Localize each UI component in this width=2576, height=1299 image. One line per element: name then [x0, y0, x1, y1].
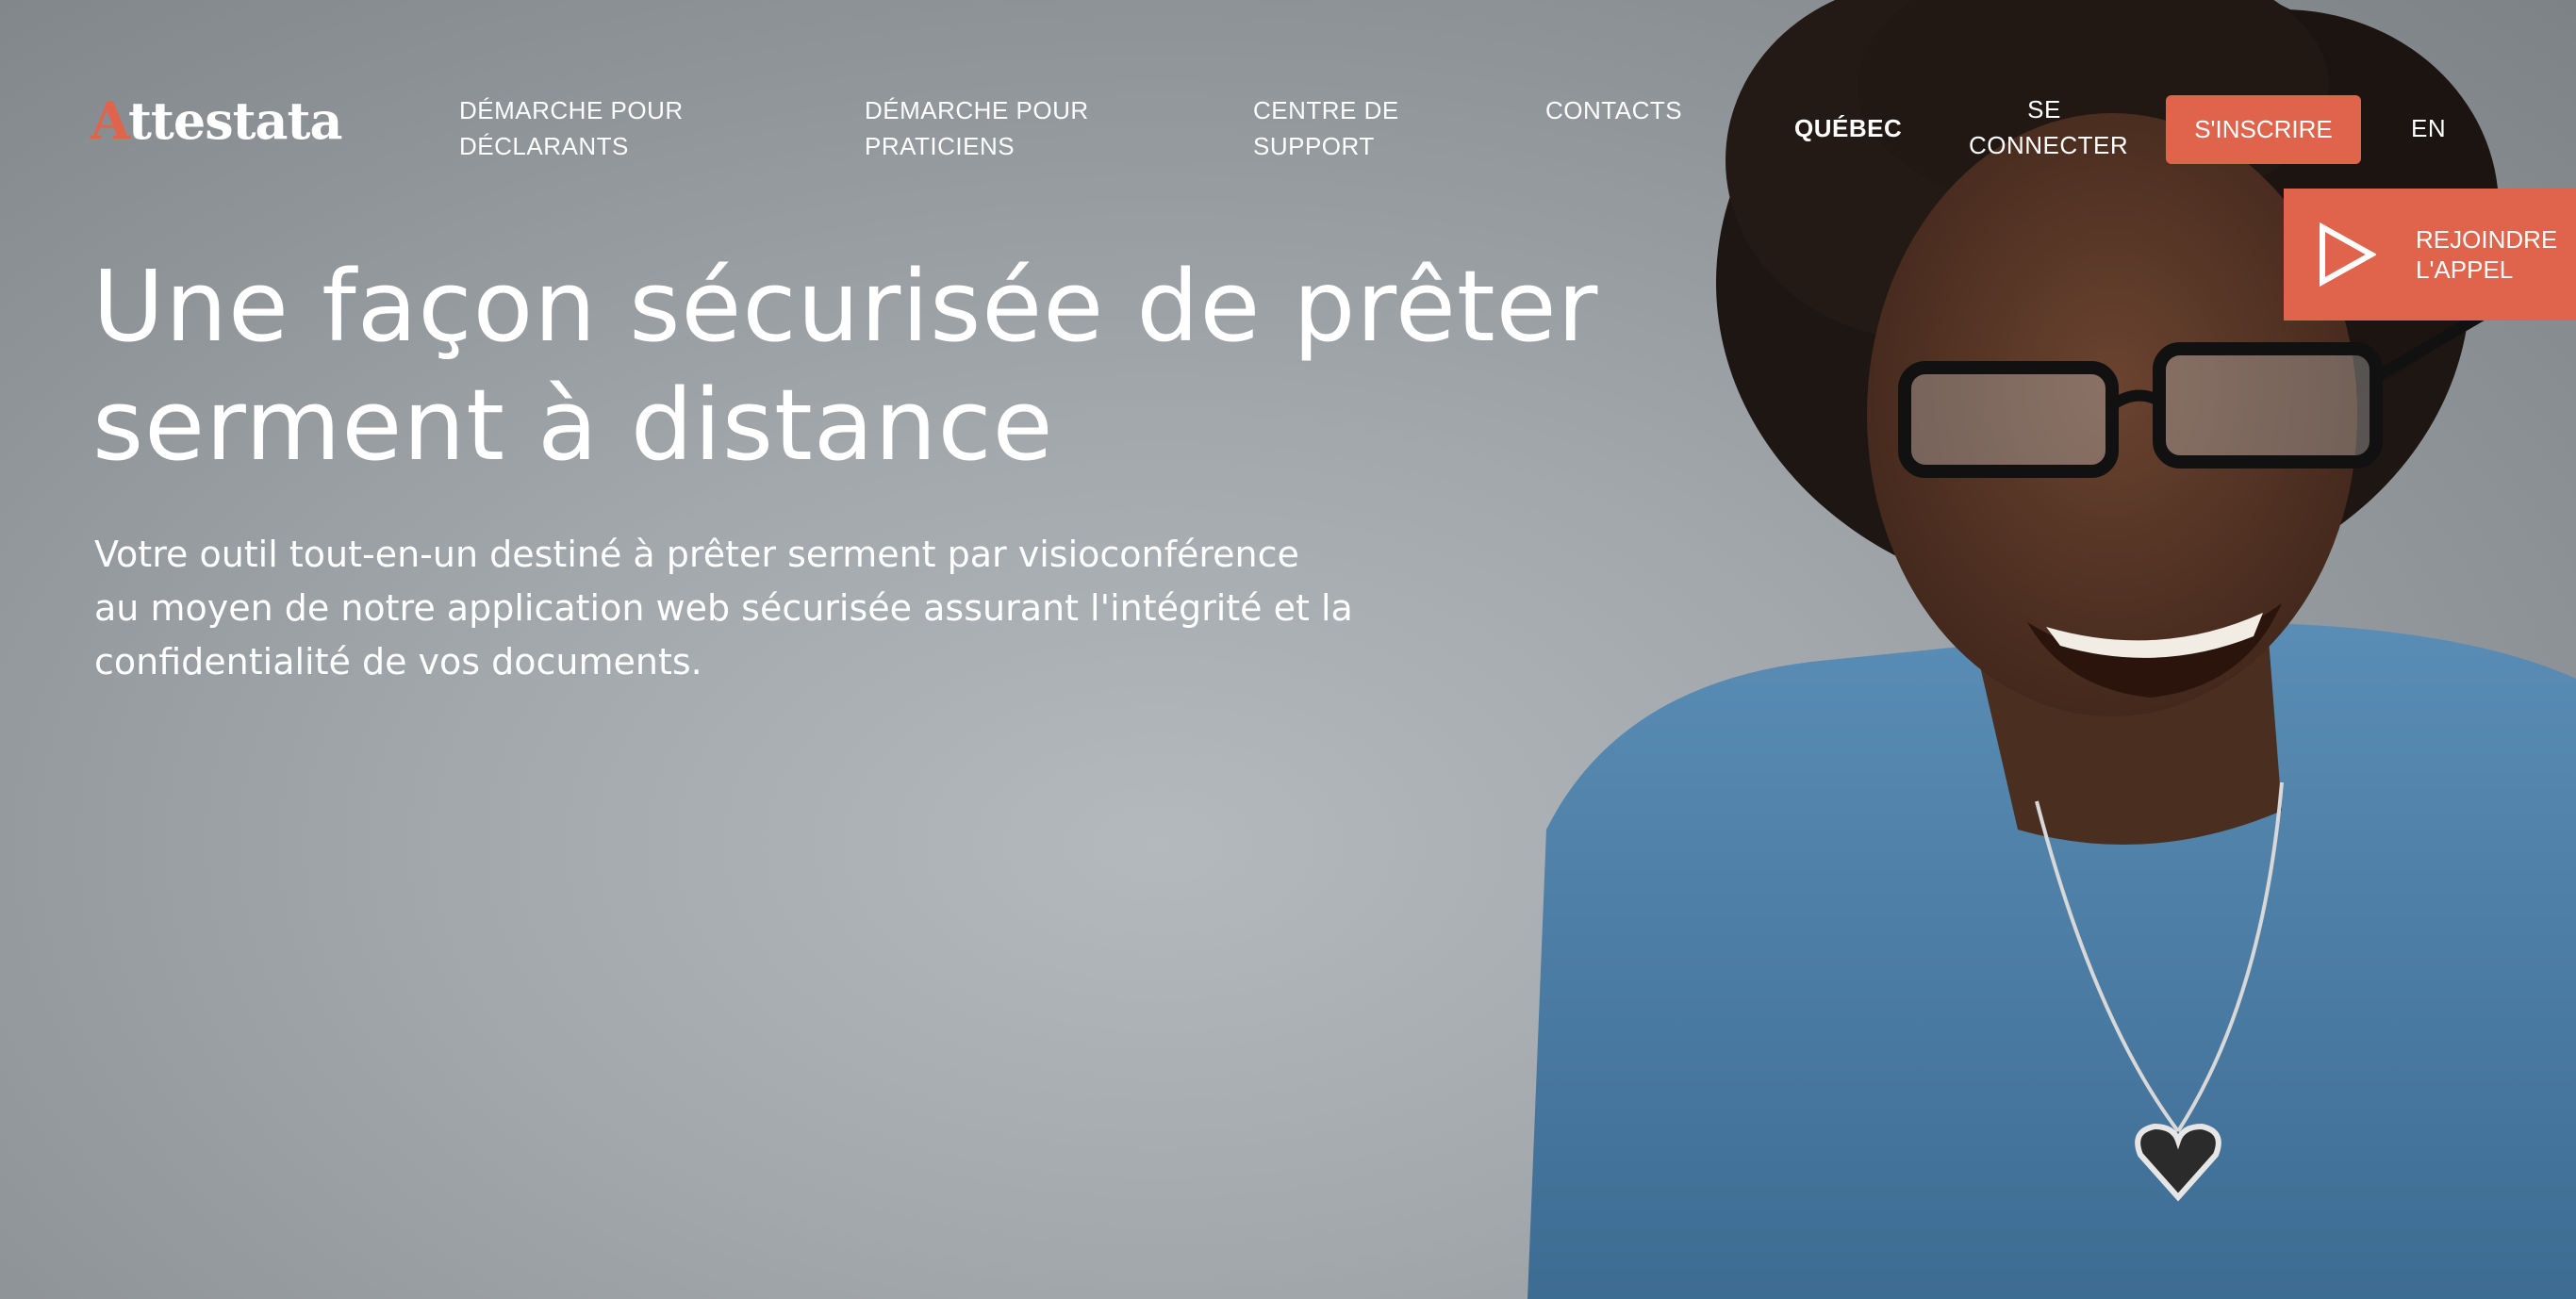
nav-declarants-line1: DÉMARCHE POUR	[459, 96, 684, 124]
nav-contacts[interactable]: CONTACTS	[1545, 92, 1682, 128]
login-link[interactable]: SE CONNECTER	[1969, 91, 2129, 163]
signup-button[interactable]: S'INSCRIRE	[2166, 95, 2361, 164]
join-call-line2: L'APPEL	[2416, 255, 2514, 284]
region-selector[interactable]: QUÉBEC	[1794, 110, 1902, 146]
join-call-button[interactable]: REJOINDRE L'APPEL	[2284, 189, 2576, 321]
site-header: Attestata DÉMARCHE POUR DÉCLARANTS DÉMAR…	[0, 0, 2576, 179]
language-toggle[interactable]: EN	[2411, 110, 2446, 146]
nav-support-line2: SUPPORT	[1253, 132, 1375, 160]
join-call-line1: REJOINDRE	[2416, 225, 2558, 254]
hero-subtitle-line1: Votre outil tout-en-un destiné à prêter …	[94, 534, 1299, 575]
hero-subtitle: Votre outil tout-en-un destiné à prêter …	[94, 528, 1358, 689]
login-line1: SE	[2027, 95, 2061, 123]
play-icon	[2320, 222, 2376, 287]
nav-praticiens-line2: PRATICIENS	[865, 132, 1016, 160]
hero-headline-line2: serment à distance	[92, 368, 1054, 483]
nav-praticiens[interactable]: DÉMARCHE POUR PRATICIENS	[865, 92, 1089, 164]
hero-subtitle-line2: au moyen de notre application web sécuri…	[94, 587, 1353, 629]
join-call-label: REJOINDRE L'APPEL	[2416, 224, 2557, 285]
hero-headline-line1: Une façon sécurisée de prêter	[92, 249, 1599, 364]
nav-support-line1: CENTRE DE	[1253, 96, 1399, 124]
hero-headline: Une façon sécurisée de prêter serment à …	[92, 247, 1639, 485]
login-line2: CONNECTER	[1969, 131, 2129, 159]
nav-declarants-line2: DÉCLARANTS	[459, 132, 629, 160]
logo-text: ttestata	[127, 90, 343, 151]
nav-declarants[interactable]: DÉMARCHE POUR DÉCLARANTS	[459, 92, 684, 164]
logo-initial: A	[91, 90, 129, 151]
hero-subtitle-line3: confidentialité de vos documents.	[94, 641, 702, 682]
attestata-logo[interactable]: Attestata	[91, 90, 343, 151]
nav-praticiens-line1: DÉMARCHE POUR	[865, 96, 1089, 124]
nav-support[interactable]: CENTRE DE SUPPORT	[1253, 92, 1399, 164]
